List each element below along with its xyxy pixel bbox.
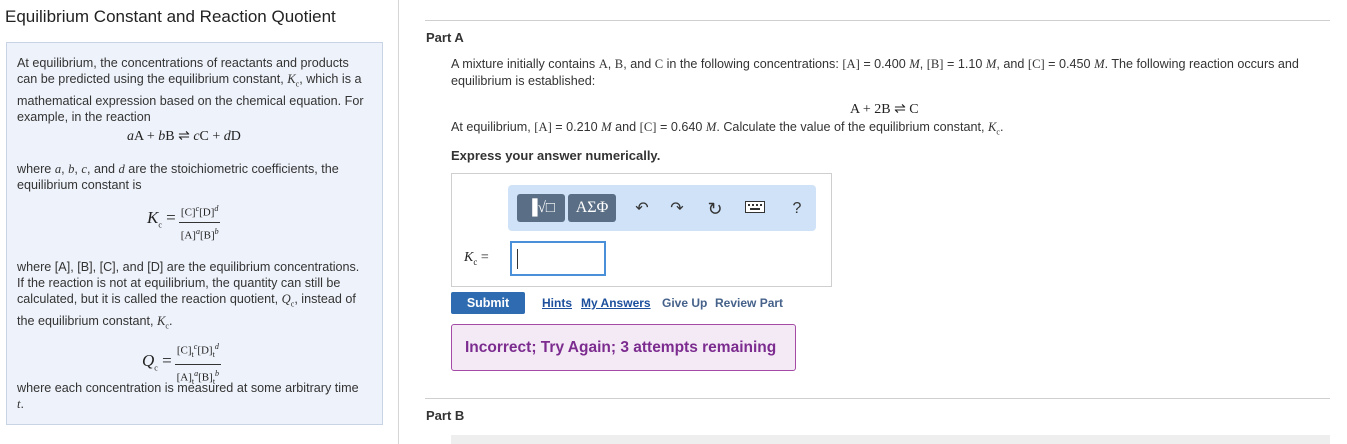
- part-a-divider: [425, 20, 1330, 21]
- answer-label: Kc =: [464, 250, 489, 267]
- part-b-title: Part B: [426, 408, 465, 423]
- equilibrium-conditions: At equilibrium, [A] = 0.210 M and [C] = …: [451, 120, 1004, 137]
- hints-link[interactable]: Hints: [542, 296, 572, 310]
- review-part-link[interactable]: Review Part: [715, 296, 783, 310]
- answer-input[interactable]: [510, 241, 606, 276]
- intro-text: At equilibrium, the concentrations of re…: [17, 56, 364, 124]
- kc-expression: Kc = [C]c[D]d [A]a[B]b: [147, 201, 221, 243]
- greek-symbols-button[interactable]: ΑΣΦ: [568, 194, 616, 222]
- reaction-equation: A + 2B ⇌ C: [850, 102, 919, 117]
- keyboard-icon[interactable]: [744, 198, 766, 220]
- redo-icon[interactable]: ↷: [666, 198, 688, 220]
- undo-icon[interactable]: ↶: [631, 198, 653, 220]
- my-answers-link[interactable]: My Answers: [581, 296, 651, 310]
- coefficient-text: where a, b, c, and d are the stoichiomet…: [17, 162, 339, 192]
- answer-instruction: Express your answer numerically.: [451, 148, 661, 163]
- problem-statement: A mixture initially contains A, B, and C…: [451, 57, 1299, 88]
- general-reaction-equation: aA + bB ⇌ cC + dD: [127, 129, 241, 144]
- templates-button[interactable]: ▐√□: [517, 194, 565, 222]
- panel-divider: [398, 0, 399, 444]
- info-box: At equilibrium, the concentrations of re…: [6, 42, 383, 425]
- reset-icon[interactable]: ↻: [704, 198, 726, 220]
- help-icon[interactable]: ?: [786, 198, 808, 220]
- part-b-divider: [425, 398, 1330, 399]
- submit-button[interactable]: Submit: [451, 292, 525, 314]
- part-b-content-bar: [451, 435, 1330, 444]
- not-equilibrium-text: where [A], [B], [C], and [D] are the equ…: [17, 260, 360, 331]
- give-up-link[interactable]: Give Up: [662, 296, 707, 310]
- feedback-message: Incorrect; Try Again; 3 attempts remaini…: [451, 324, 796, 371]
- arbitrary-time-text: where each concentration is measured at …: [17, 381, 359, 411]
- answer-box: ▐√□ ΑΣΦ ↶ ↷ ↻ ? Kc =: [451, 173, 832, 287]
- left-panel-title: Equilibrium Constant and Reaction Quotie…: [5, 7, 336, 26]
- math-toolbar: ▐√□ ΑΣΦ ↶ ↷ ↻ ?: [508, 185, 816, 231]
- part-a-title: Part A: [426, 30, 464, 45]
